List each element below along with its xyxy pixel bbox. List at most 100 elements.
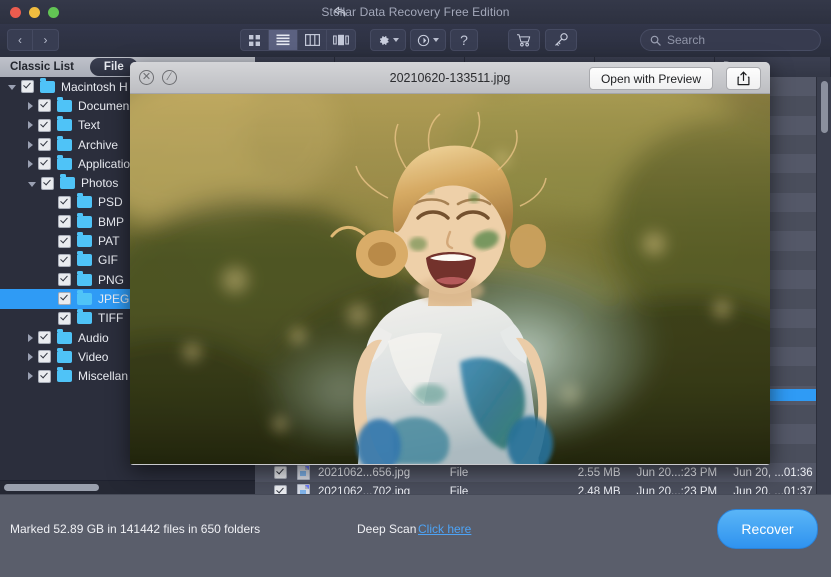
tree-item-label: GIF [98,253,118,267]
tree-item-checkbox[interactable] [38,138,51,151]
folder-icon [77,274,92,286]
folder-icon [77,216,92,228]
folder-icon [60,177,75,189]
disclosure-closed-icon[interactable] [28,372,33,380]
tree-item-label: TIFF [98,311,123,325]
tree-item-checkbox[interactable] [58,273,71,286]
icon-view-button[interactable] [240,29,269,51]
back-button[interactable]: ‹ [7,29,33,51]
tree-item-checkbox[interactable] [38,157,51,170]
tree-item-label: JPEG [98,292,129,306]
view-mode-buttons [240,29,356,51]
folder-icon [77,312,92,324]
row-file-kind: File [442,467,548,479]
disclosure-open-icon[interactable] [28,182,36,187]
tree-item-checkbox[interactable] [41,177,54,190]
tree-item-label: Audio [78,331,109,345]
deep-scan-label: Deep Scan [357,522,416,536]
tree-item-checkbox[interactable] [58,254,71,267]
tree-item-checkbox[interactable] [38,331,51,344]
forward-button[interactable]: › [33,29,59,51]
tab-classic-list[interactable]: Classic List [0,57,84,77]
tree-item-checkbox[interactable] [58,215,71,228]
open-with-preview-button[interactable]: Open with Preview [589,67,713,90]
disclosure-spacer [48,276,53,284]
folder-icon [57,119,72,131]
chevron-down-icon [393,38,399,42]
disclosure-closed-icon[interactable] [28,141,33,149]
tree-item-checkbox[interactable] [58,292,71,305]
recent-clock-icon [417,34,430,47]
tree-item-checkbox[interactable] [58,235,71,248]
search-field[interactable]: Search [640,29,821,51]
disclosure-closed-icon[interactable] [28,334,33,342]
row-created-date: Jun 20...:23 PM [629,467,726,479]
app-title: Stellar Data Recovery Free Edition [0,4,831,20]
coverflow-view-button[interactable] [327,29,356,51]
disclosure-spacer [48,295,53,303]
disclosure-spacer [48,198,53,206]
purchase-buttons [508,29,577,51]
chevron-down-icon [433,38,439,42]
disclosure-closed-icon[interactable] [28,102,33,110]
image-preview-window: ✕ ∕ 20210620-133511.jpg Open with Previe… [130,62,770,465]
recover-button[interactable]: Recover [717,509,818,549]
disclosure-spacer [48,256,53,264]
search-icon [650,35,661,46]
table-row[interactable]: 2021062...656.jpgFile2.55 MBJun 20...:23… [255,463,831,482]
status-bar: Marked 52.89 GB in 141442 files in 650 f… [0,494,831,577]
row-file-size: 2.55 MB [547,467,628,479]
settings-menu-button[interactable] [370,29,406,51]
column-view-button[interactable] [298,29,327,51]
folder-icon [57,370,72,382]
disclosure-open-icon[interactable] [8,85,16,90]
sidebar-horizontal-scrollbar[interactable] [0,480,255,495]
disclosure-closed-icon[interactable] [28,160,33,168]
window-titlebar: Stellar Data Recovery Free Edition [0,0,831,25]
deep-scan-link[interactable]: Click here [418,522,471,536]
list-view-button[interactable] [269,29,298,51]
folder-icon [57,351,72,363]
preview-image [130,94,770,464]
tree-item-checkbox[interactable] [38,370,51,383]
cart-button[interactable] [508,29,540,51]
sidebar-scrollbar-thumb[interactable] [4,484,99,491]
tree-item-checkbox[interactable] [58,196,71,209]
row-checkbox[interactable] [274,466,287,479]
file-list-scrollbar-thumb[interactable] [821,81,828,133]
folder-icon [57,332,72,344]
activation-key-button[interactable] [545,29,577,51]
gear-icon [377,34,390,47]
tree-item-checkbox[interactable] [21,80,34,93]
history-menu-button[interactable] [410,29,446,51]
folder-icon [40,81,55,93]
tree-item-label: PNG [98,273,124,287]
folder-icon [57,158,72,170]
help-button[interactable]: ? [450,29,478,51]
folder-icon [57,139,72,151]
tree-item-checkbox[interactable] [38,99,51,112]
list-icon [276,34,290,46]
tree-item-checkbox[interactable] [58,312,71,325]
shopping-cart-icon [516,33,532,47]
tree-item-label: Applicatio [78,157,130,171]
disclosure-closed-icon[interactable] [28,121,33,129]
disclosure-closed-icon[interactable] [28,353,33,361]
disclosure-spacer [48,218,53,226]
folder-icon [77,235,92,247]
tree-item-label: BMP [98,215,124,229]
share-button[interactable] [726,67,761,90]
tree-item-label: PSD [98,195,123,209]
disclosure-spacer [48,237,53,245]
photo-child-paint [130,94,770,464]
marked-summary: Marked 52.89 GB in 141442 files in 650 f… [10,522,260,536]
tree-item-label: Miscellan [78,369,128,383]
tree-item-checkbox[interactable] [38,350,51,363]
preview-titlebar: ✕ ∕ 20210620-133511.jpg Open with Previe… [130,62,770,94]
coverflow-icon [333,34,349,46]
file-list-vertical-scrollbar[interactable] [816,77,831,495]
tree-item-label: Photos [81,176,118,190]
tree-item-checkbox[interactable] [38,119,51,132]
folder-icon [57,100,72,112]
search-placeholder: Search [667,33,705,47]
